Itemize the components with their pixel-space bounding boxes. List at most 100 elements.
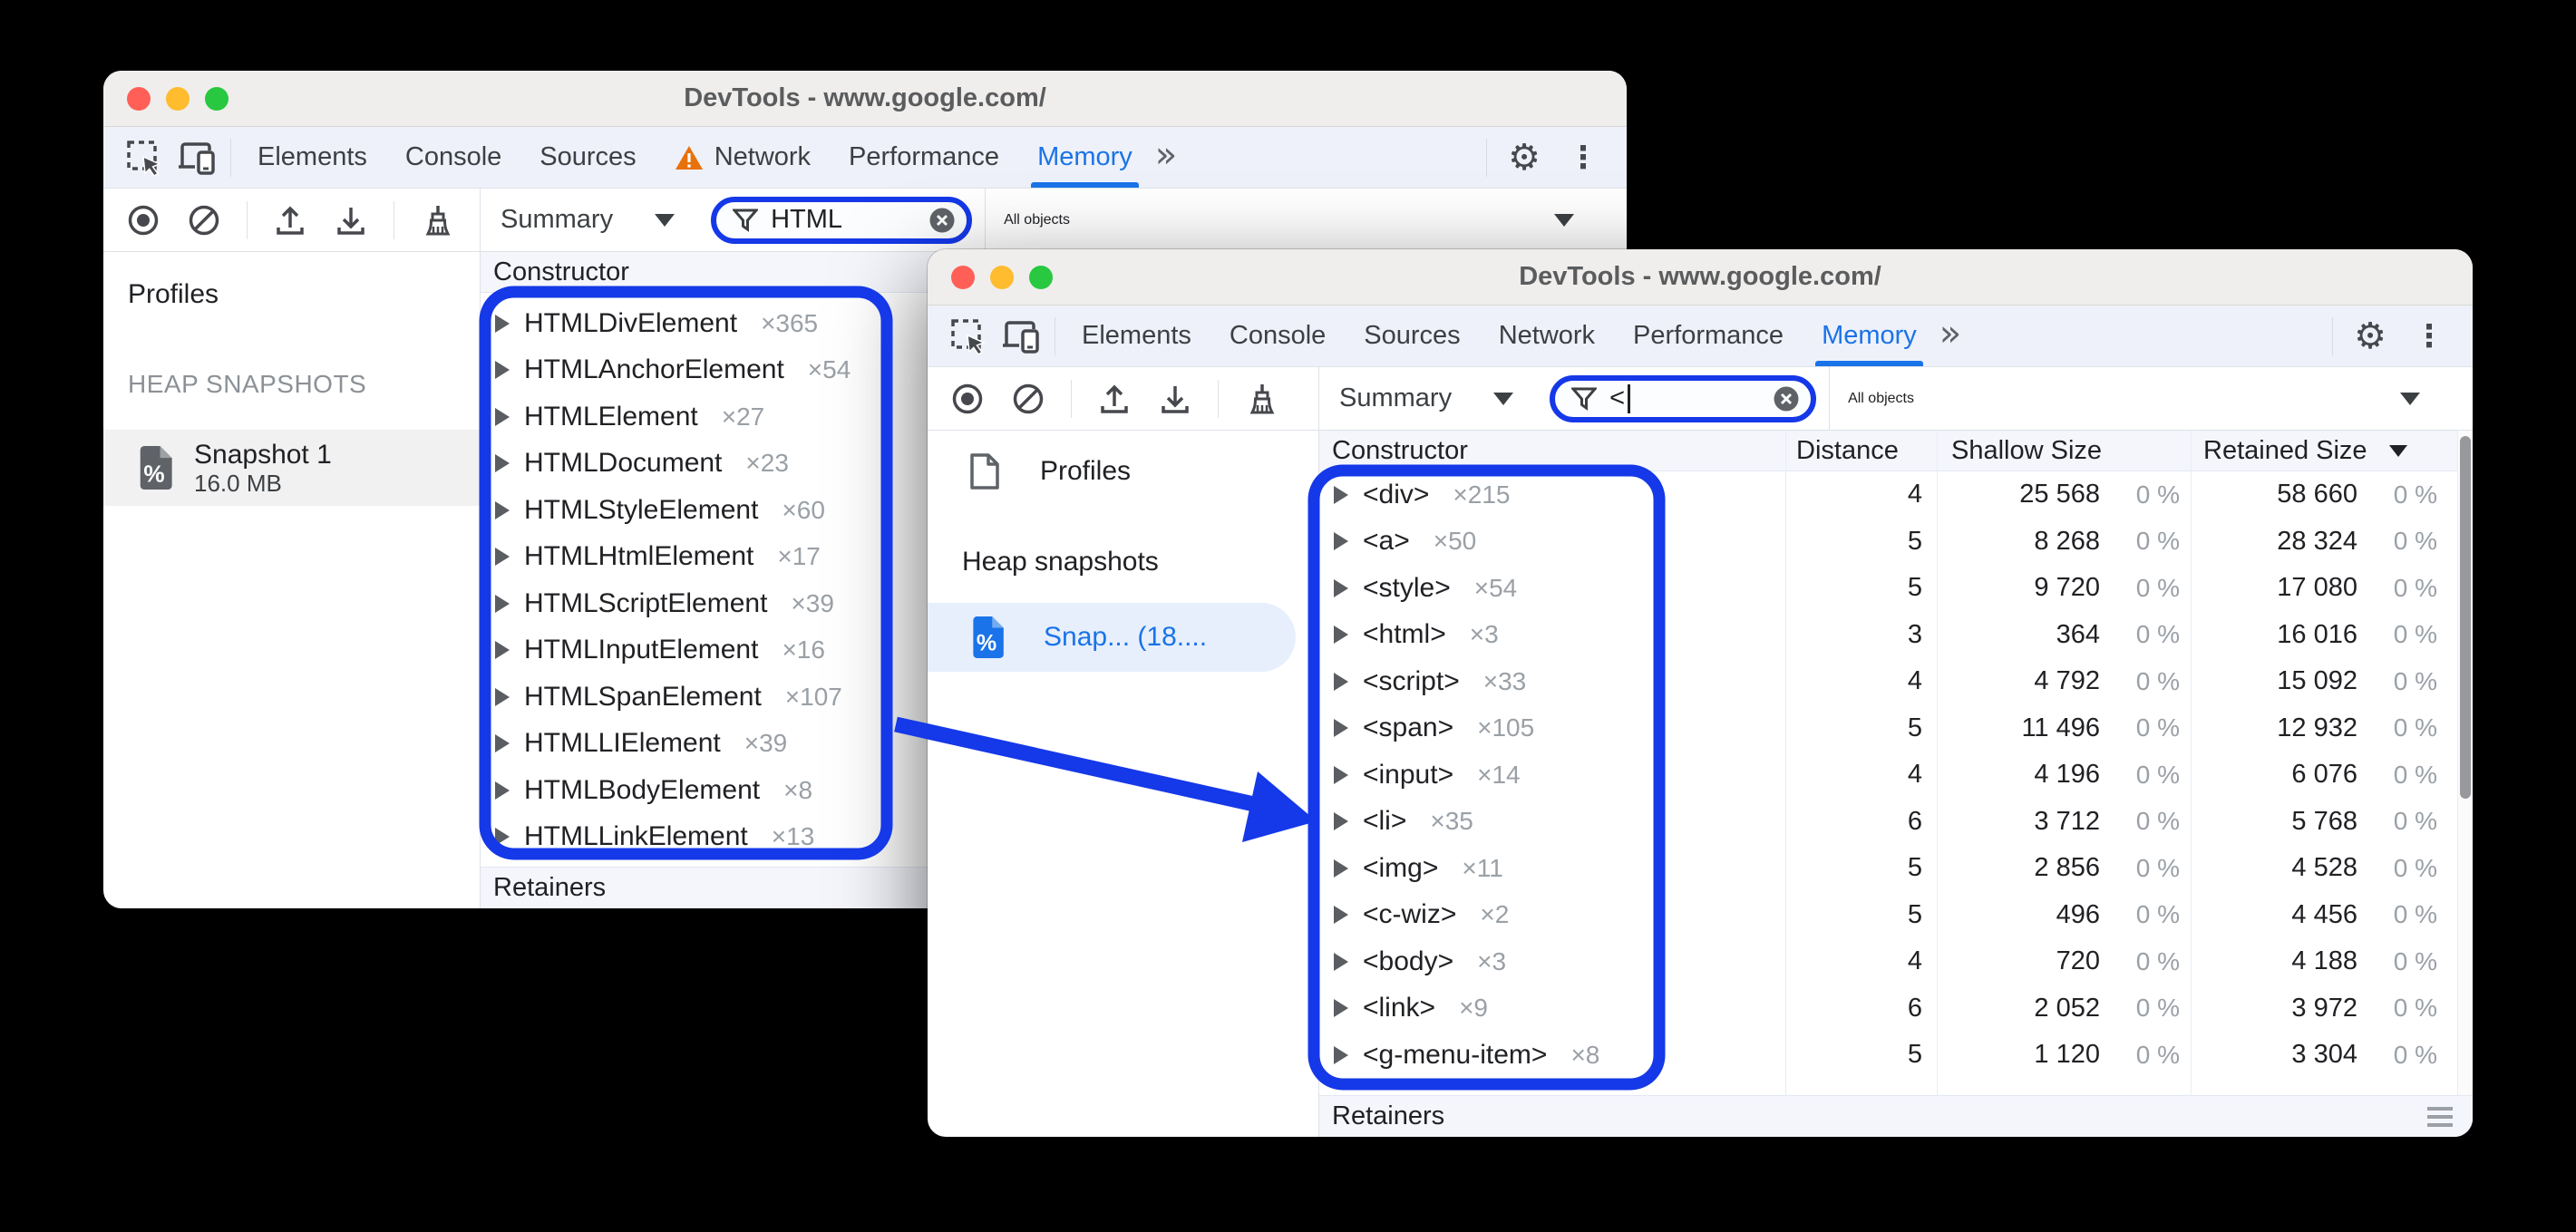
device-toolbar-button[interactable] xyxy=(995,306,1047,366)
tab-memory[interactable]: Memory xyxy=(1018,127,1152,188)
filter-value: HTML xyxy=(771,205,843,234)
tab-performance[interactable]: Performance xyxy=(830,127,1018,188)
constructor-row[interactable]: <a> ×50 5 8 268 0 % 28 324 0 % xyxy=(1319,519,2473,566)
kebab-menu-icon[interactable]: ⋮ xyxy=(2400,318,2458,354)
filter-funnel-icon xyxy=(733,209,759,232)
record-heap-snapshot-icon[interactable] xyxy=(125,202,161,238)
clean-garbage-icon[interactable] xyxy=(419,202,455,238)
disclosure-triangle-icon[interactable] xyxy=(495,361,510,380)
class-filter-input[interactable]: HTML xyxy=(711,196,973,244)
disclosure-triangle-icon[interactable] xyxy=(495,734,510,753)
tab-sources[interactable]: Sources xyxy=(1345,306,1479,366)
constructor-row[interactable]: <g-menu-item> ×8 5 1 120 0 % 3 304 0 % xyxy=(1319,1032,2473,1079)
inspect-element-button[interactable] xyxy=(118,127,170,188)
snapshot-item-selected[interactable]: % Snap... (18.... xyxy=(928,603,1296,672)
disclosure-triangle-icon[interactable] xyxy=(495,594,510,613)
disclosure-triangle-icon[interactable] xyxy=(495,641,510,660)
disclosure-triangle-icon[interactable] xyxy=(1334,765,1348,784)
constructor-row[interactable]: <li> ×35 6 3 712 0 % 5 768 0 % xyxy=(1319,799,2473,846)
disclosure-triangle-icon[interactable] xyxy=(495,828,510,847)
disclosure-triangle-icon[interactable] xyxy=(1334,812,1348,831)
clean-garbage-icon[interactable] xyxy=(1243,381,1279,417)
settings-gear-icon[interactable]: ⚙ xyxy=(1494,137,1554,179)
tab-console[interactable]: Console xyxy=(386,127,520,188)
disclosure-triangle-icon[interactable] xyxy=(1334,859,1348,878)
tab-network[interactable]: Network xyxy=(656,127,830,188)
profiles-heading[interactable]: Profiles xyxy=(928,438,1318,505)
disclosure-triangle-icon[interactable] xyxy=(495,407,510,426)
constructor-row[interactable]: <div> ×215 4 25 568 0 % 58 660 0 % xyxy=(1319,471,2473,519)
retainers-bar[interactable]: Retainers xyxy=(1319,1095,2473,1137)
tab-network[interactable]: Network xyxy=(1480,306,1614,366)
hamburger-menu-icon[interactable] xyxy=(2425,1106,2454,1128)
constructor-name: <a> xyxy=(1363,526,1410,557)
clear-filter-icon[interactable] xyxy=(1773,385,1800,412)
objects-filter-select[interactable]: All objects xyxy=(985,189,1627,251)
retained-size-column-header[interactable]: Retained Size xyxy=(2191,436,2457,466)
zoom-button[interactable] xyxy=(1029,265,1053,289)
clear-profiles-icon[interactable] xyxy=(186,202,222,238)
settings-gear-icon[interactable]: ⚙ xyxy=(2340,315,2400,357)
disclosure-triangle-icon[interactable] xyxy=(1334,485,1348,504)
constructor-row[interactable]: <img> ×11 5 2 856 0 % 4 528 0 % xyxy=(1319,845,2473,892)
save-profile-icon[interactable] xyxy=(1157,381,1193,417)
constructor-row[interactable]: <body> ×3 4 720 0 % 4 188 0 % xyxy=(1319,938,2473,985)
minimize-button[interactable] xyxy=(990,265,1014,289)
tab-sources[interactable]: Sources xyxy=(520,127,655,188)
constructor-row[interactable]: <script> ×33 4 4 792 0 % 15 092 0 % xyxy=(1319,658,2473,705)
disclosure-triangle-icon[interactable] xyxy=(1334,578,1348,597)
constructor-row[interactable]: <html> ×3 3 364 0 % 16 016 0 % xyxy=(1319,612,2473,659)
tab-console[interactable]: Console xyxy=(1210,306,1345,366)
close-button[interactable] xyxy=(951,265,975,289)
disclosure-triangle-icon[interactable] xyxy=(1334,532,1348,551)
disclosure-triangle-icon[interactable] xyxy=(495,500,510,519)
disclosure-triangle-icon[interactable] xyxy=(1334,719,1348,738)
scrollbar-track[interactable] xyxy=(2457,431,2473,1095)
more-tabs-icon[interactable]: » xyxy=(1152,134,1190,181)
perspective-select[interactable]: Summary xyxy=(501,205,676,235)
disclosure-triangle-icon[interactable] xyxy=(1334,672,1348,691)
constructor-name: HTMLLinkElement xyxy=(524,821,748,852)
load-profile-icon[interactable] xyxy=(1096,381,1132,417)
distance-column-header[interactable]: Distance xyxy=(1785,436,1937,466)
shallow-size-column-header[interactable]: Shallow Size xyxy=(1937,436,2191,466)
disclosure-triangle-icon[interactable] xyxy=(1334,906,1348,925)
perspective-select[interactable]: Summary xyxy=(1339,383,1514,413)
tab-performance[interactable]: Performance xyxy=(1614,306,1803,366)
tab-elements[interactable]: Elements xyxy=(238,127,386,188)
device-toolbar-button[interactable] xyxy=(170,127,223,188)
disclosure-triangle-icon[interactable] xyxy=(1334,626,1348,645)
disclosure-triangle-icon[interactable] xyxy=(495,687,510,706)
clear-filter-icon[interactable] xyxy=(928,207,956,234)
more-tabs-icon[interactable]: » xyxy=(1936,313,1974,360)
constructor-row[interactable]: <link> ×9 6 2 052 0 % 3 972 0 % xyxy=(1319,985,2473,1033)
constructor-column-header[interactable]: Constructor xyxy=(481,257,629,287)
save-profile-icon[interactable] xyxy=(333,202,369,238)
constructor-column-header[interactable]: Constructor xyxy=(1319,436,1785,466)
constructor-row[interactable]: <style> ×54 5 9 720 0 % 17 080 0 % xyxy=(1319,565,2473,612)
tab-memory[interactable]: Memory xyxy=(1803,306,1936,366)
disclosure-triangle-icon[interactable] xyxy=(1334,1045,1348,1064)
zoom-button[interactable] xyxy=(205,86,228,111)
disclosure-triangle-icon[interactable] xyxy=(495,781,510,800)
constructor-row[interactable]: <span> ×105 5 11 496 0 % 12 932 0 % xyxy=(1319,705,2473,752)
disclosure-triangle-icon[interactable] xyxy=(495,454,510,473)
tab-elements[interactable]: Elements xyxy=(1063,306,1210,366)
disclosure-triangle-icon[interactable] xyxy=(1334,999,1348,1018)
minimize-button[interactable] xyxy=(166,86,190,111)
kebab-menu-icon[interactable]: ⋮ xyxy=(1554,140,1612,176)
scrollbar-thumb[interactable] xyxy=(2460,436,2471,799)
snapshot-item[interactable]: % Snapshot 1 16.0 MB xyxy=(103,430,480,506)
objects-filter-select[interactable]: All objects xyxy=(1829,367,2473,430)
disclosure-triangle-icon[interactable] xyxy=(495,314,510,333)
class-filter-input[interactable]: < xyxy=(1550,374,1817,422)
close-button[interactable] xyxy=(127,86,151,111)
constructor-row[interactable]: <input> ×14 4 4 196 0 % 6 076 0 % xyxy=(1319,752,2473,799)
inspect-element-button[interactable] xyxy=(942,306,995,366)
constructor-row[interactable]: <c-wiz> ×2 5 496 0 % 4 456 0 % xyxy=(1319,892,2473,939)
clear-profiles-icon[interactable] xyxy=(1010,381,1046,417)
disclosure-triangle-icon[interactable] xyxy=(1334,952,1348,971)
disclosure-triangle-icon[interactable] xyxy=(495,548,510,567)
record-heap-snapshot-icon[interactable] xyxy=(949,381,986,417)
load-profile-icon[interactable] xyxy=(272,202,308,238)
